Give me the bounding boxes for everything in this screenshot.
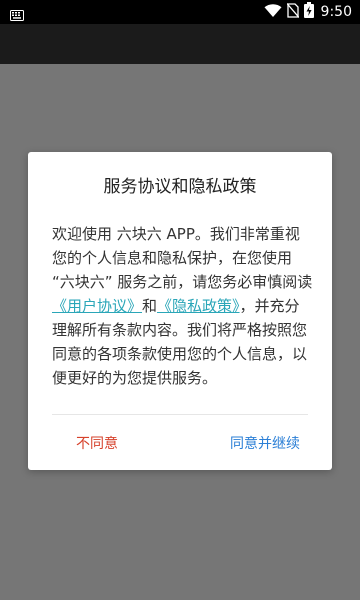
terms-dialog: 服务协议和隐私政策 欢迎使用 六块六 APP。我们非常重视您的个人信息和隐私保护… [28,152,332,470]
wifi-icon [264,3,282,22]
battery-charging-icon [303,2,314,22]
status-time: 9:50 [320,4,352,20]
privacy-policy-link[interactable]: 《隐私政策》 [157,297,240,315]
accept-continue-button[interactable]: 同意并继续 [230,432,300,456]
decline-button[interactable]: 不同意 [76,432,118,456]
app-bar [0,24,360,64]
body-intro-text: 欢迎使用 六块六 APP。我们非常重视您的个人信息和隐私保护，在您使用 “六块六… [52,225,313,291]
dialog-divider [52,414,308,415]
user-agreement-link[interactable]: 《用户协议》 [52,297,142,315]
dialog-title: 服务协议和隐私政策 [103,177,257,197]
dialog-body: 欢迎使用 六块六 APP。我们非常重视您的个人信息和隐私保护，在您使用 “六块六… [52,222,314,390]
status-icons: 9:50 [264,2,352,22]
status-bar: 9:50 [0,0,360,24]
keyboard-icon [10,6,24,21]
no-sim-icon [286,2,300,22]
body-and-text: 和 [142,297,158,315]
